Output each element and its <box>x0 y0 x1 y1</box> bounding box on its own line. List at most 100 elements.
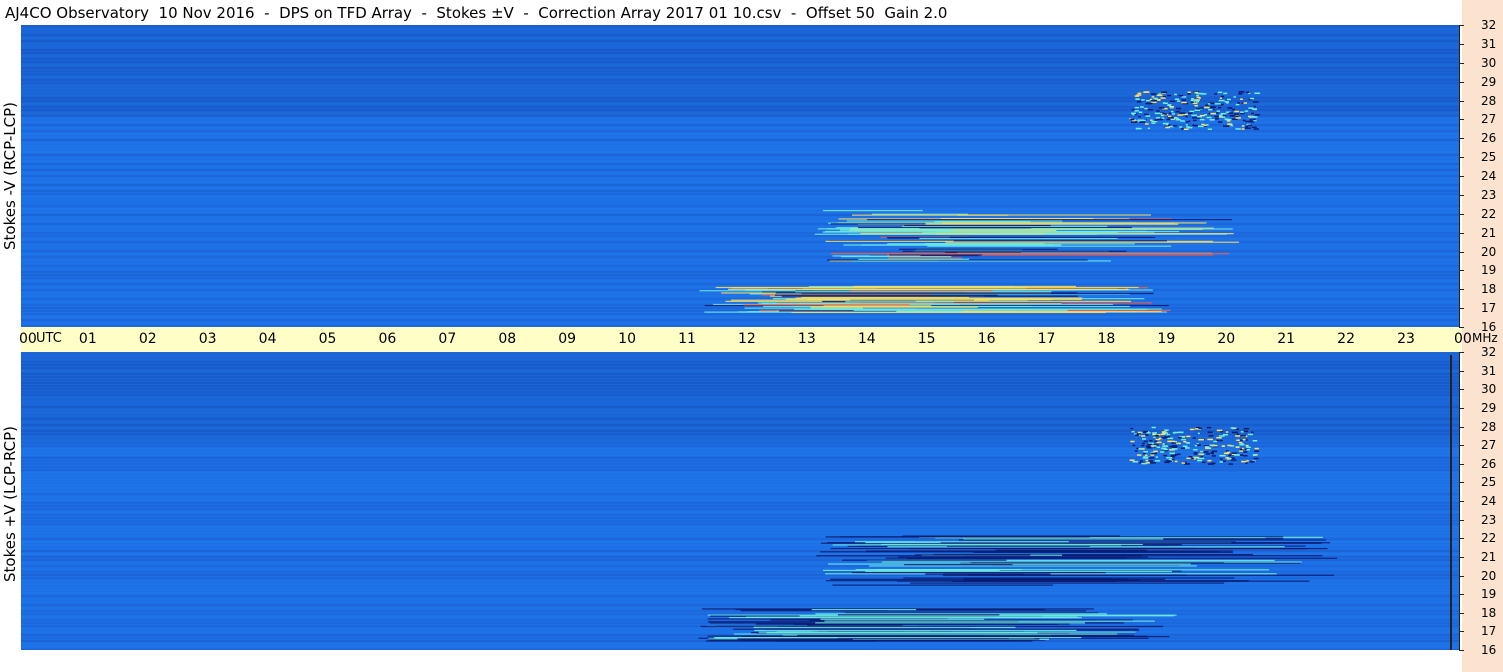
emission-speck <box>1199 118 1205 121</box>
emission-speck <box>1169 452 1175 455</box>
emission-streak <box>781 295 1079 297</box>
frequency-tick-mark <box>1459 138 1464 140</box>
frequency-tick-mark <box>1459 631 1464 633</box>
emission-streak <box>852 572 1106 574</box>
frequency-band <box>21 499 1459 501</box>
frequency-tick-mark <box>1459 575 1464 577</box>
emission-speck <box>1230 427 1236 429</box>
emission-streak <box>733 628 1139 630</box>
emission-speck <box>1161 91 1168 94</box>
emission-streak <box>758 631 1136 633</box>
frequency-band <box>21 202 1459 204</box>
frequency-tick-mark <box>1459 25 1464 26</box>
frequency-band <box>21 283 1459 285</box>
emission-speck <box>1216 112 1219 114</box>
emission-speck <box>1196 92 1200 95</box>
emission-speck <box>1222 460 1226 463</box>
emission-speck <box>1228 457 1232 460</box>
time-tick-label: 16 <box>977 331 996 347</box>
frequency-band <box>21 463 1459 465</box>
emission-streak <box>715 286 1139 289</box>
emission-speck <box>1148 457 1155 459</box>
emission-speck <box>1243 102 1247 104</box>
emission-speck <box>1191 114 1198 117</box>
emission-speck <box>1211 450 1218 453</box>
emission-speck <box>1154 460 1161 462</box>
emission-speck <box>1182 445 1188 448</box>
frequency-tick-label: 28 <box>1481 419 1497 434</box>
emission-speck <box>1143 450 1149 453</box>
emission-speck <box>1175 119 1181 121</box>
frequency-band <box>21 451 1459 453</box>
emission-speck <box>1193 99 1198 102</box>
emission-speck <box>1177 114 1184 116</box>
frequency-band <box>21 319 1459 321</box>
emission-streak <box>793 623 1058 625</box>
frequency-band <box>21 274 1459 276</box>
emission-streak <box>953 240 1167 242</box>
emission-speck <box>1239 439 1243 441</box>
emission-streak <box>801 296 969 299</box>
emission-speck <box>1253 101 1259 103</box>
emission-speck <box>1241 125 1245 127</box>
frequency-band <box>21 232 1459 234</box>
emission-speck <box>1145 434 1149 436</box>
frequency-tick-label: 31 <box>1481 363 1497 378</box>
frequency-band <box>21 511 1459 513</box>
emission-speck <box>1204 106 1210 109</box>
emission-speck <box>1251 126 1257 129</box>
frequency-tick-mark <box>1459 501 1464 502</box>
time-tick-label: 14 <box>857 331 876 347</box>
emission-speck <box>1243 430 1248 433</box>
emission-speck <box>1206 453 1210 455</box>
time-tick-label: 09 <box>558 331 577 347</box>
time-tick-label: 23 <box>1397 331 1415 347</box>
frequency-band <box>21 508 1459 510</box>
emission-speck <box>1254 114 1260 116</box>
emission-speck <box>1253 457 1259 460</box>
emission-speck <box>1254 450 1260 452</box>
frequency-band <box>21 277 1459 279</box>
frequency-tick-label: 17 <box>1481 624 1497 639</box>
frequency-tick-label: 21 <box>1481 549 1497 564</box>
emission-speck <box>1254 447 1259 450</box>
emission-streak <box>810 306 978 308</box>
emission-speck <box>1166 433 1171 436</box>
frequency-tick-label: 29 <box>1481 74 1497 89</box>
frequency-tick-mark <box>1459 289 1464 291</box>
frequency-band <box>21 250 1459 252</box>
frequency-band <box>21 145 1459 147</box>
emission-speck <box>1201 457 1205 460</box>
emission-streak <box>983 580 1310 582</box>
emission-speck <box>1141 119 1146 122</box>
emission-speck <box>1235 128 1241 130</box>
frequency-band <box>21 151 1459 153</box>
emission-speck <box>1151 452 1157 455</box>
emission-speck <box>1251 431 1254 434</box>
frequency-band <box>21 163 1459 165</box>
emission-streak <box>840 256 952 258</box>
emission-speck <box>1225 450 1229 452</box>
emission-speck <box>1187 91 1191 94</box>
frequency-band <box>21 295 1459 297</box>
emission-speck <box>1131 108 1135 111</box>
frequency-tick-label: 20 <box>1481 244 1497 259</box>
frequency-band <box>21 208 1459 210</box>
frequency-tick-label: 22 <box>1481 531 1497 546</box>
emission-speck <box>1138 448 1142 450</box>
emission-speck <box>1178 94 1184 97</box>
emission-speck <box>1147 108 1153 111</box>
emission-speck <box>1243 427 1250 430</box>
emission-speck <box>1211 455 1216 457</box>
emission-speck <box>1225 118 1232 121</box>
utc-unit-label: UTC <box>36 331 62 346</box>
emission-streak <box>820 618 985 620</box>
frequency-band <box>21 307 1459 309</box>
time-tick-label: 06 <box>378 331 397 347</box>
frequency-band <box>21 256 1459 258</box>
emission-speck <box>1188 112 1193 114</box>
emission-speck <box>1170 106 1174 109</box>
emission-speck <box>1172 125 1177 127</box>
frequency-tick-mark <box>1459 370 1464 372</box>
emission-speck <box>1132 113 1135 116</box>
